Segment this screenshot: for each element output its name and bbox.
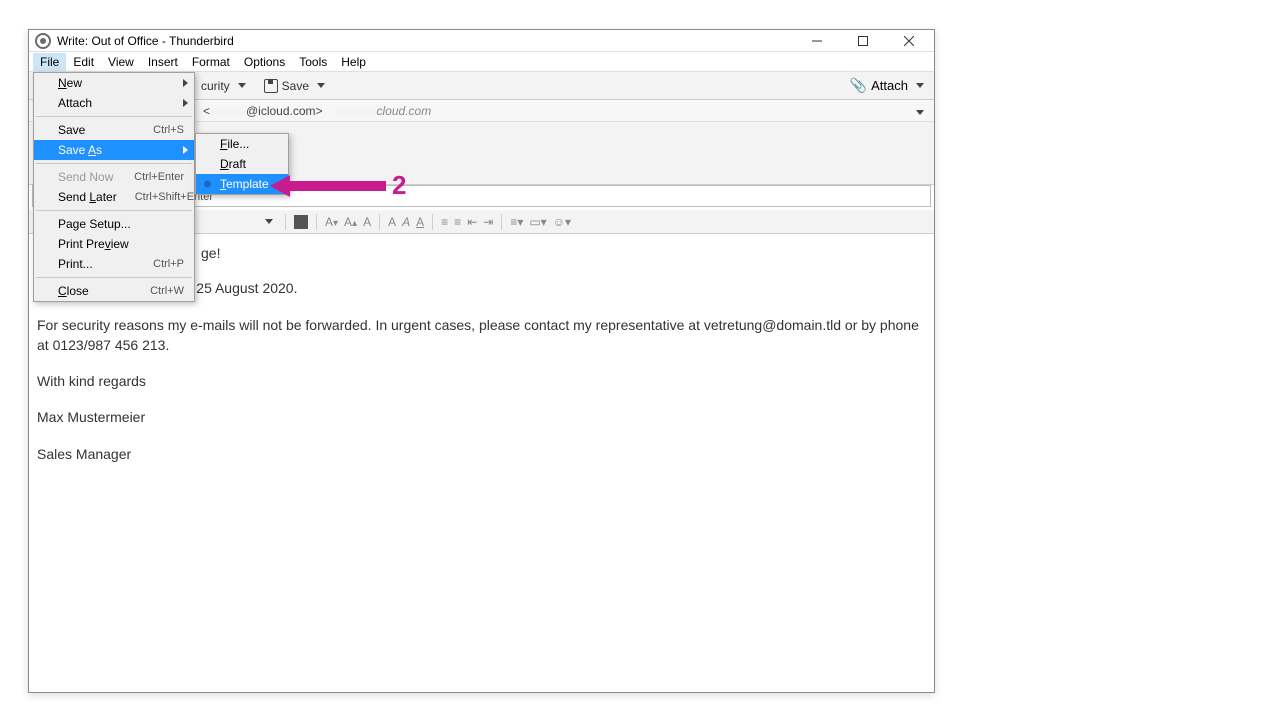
submenu-arrow-icon xyxy=(183,79,188,87)
menu-help[interactable]: Help xyxy=(334,53,373,71)
minimize-icon xyxy=(812,36,822,46)
menubar: File Edit View Insert Format Options Too… xyxy=(29,52,934,72)
save-icon xyxy=(264,79,278,93)
app-icon xyxy=(35,33,51,49)
message-body[interactable]: ge! . I am not in the office until 25 Au… xyxy=(29,234,934,692)
arrow-head-icon xyxy=(270,175,290,197)
number-list-button[interactable]: ≡ xyxy=(454,215,461,229)
menu-divider xyxy=(36,277,192,278)
compose-window: Write: Out of Office - Thunderbird File … xyxy=(28,29,935,693)
submenu-arrow-icon xyxy=(183,99,188,107)
emoji-button[interactable]: ☺▾ xyxy=(553,215,571,229)
menu-file[interactable]: File xyxy=(33,53,66,71)
annotation-arrow: 2 xyxy=(270,170,406,201)
file-menu: New Attach Save Ctrl+S Save As Send Now … xyxy=(33,72,195,302)
menu-tools[interactable]: Tools xyxy=(292,53,334,71)
chevron-down-icon[interactable] xyxy=(916,110,924,115)
menu-divider xyxy=(36,210,192,211)
from-obscured-2: ·········· xyxy=(337,104,377,118)
indent-button[interactable]: ⇥ xyxy=(483,215,493,229)
menu-print-preview[interactable]: Print Preview xyxy=(34,234,194,254)
menu-page-setup[interactable]: Page Setup... xyxy=(34,214,194,234)
save-button[interactable]: Save xyxy=(282,79,309,93)
align-button[interactable]: ≡▾ xyxy=(510,215,523,229)
annotation-number: 2 xyxy=(392,170,406,201)
text-color-swatch[interactable] xyxy=(294,215,308,229)
submenu-file[interactable]: File... xyxy=(196,134,288,154)
radio-dot-icon xyxy=(204,181,211,188)
menu-format[interactable]: Format xyxy=(185,53,237,71)
menu-new[interactable]: New xyxy=(34,73,194,93)
chevron-down-icon[interactable] xyxy=(916,83,924,88)
from-obscured: ········· xyxy=(210,104,246,118)
menu-save-as[interactable]: Save As xyxy=(34,140,194,160)
body-p5: Sales Manager xyxy=(37,444,926,464)
greeting-tail: ge! xyxy=(201,243,220,263)
menu-print[interactable]: Print... Ctrl+P xyxy=(34,254,194,274)
from-domain-2: cloud.com xyxy=(377,104,432,118)
chevron-down-icon[interactable] xyxy=(265,219,273,224)
menu-divider xyxy=(36,116,192,117)
menu-send-now: Send Now Ctrl+Enter xyxy=(34,167,194,187)
italic-button[interactable]: A xyxy=(402,215,410,229)
menu-view[interactable]: View xyxy=(101,53,141,71)
underline-button[interactable]: A xyxy=(416,215,424,229)
chevron-down-icon[interactable] xyxy=(238,83,246,88)
insert-button[interactable]: ▭▾ xyxy=(529,215,546,229)
maximize-icon xyxy=(858,36,868,46)
maximize-button[interactable] xyxy=(840,30,886,52)
menu-insert[interactable]: Insert xyxy=(141,53,185,71)
font-larger-button[interactable]: A▴ xyxy=(344,215,357,229)
menu-edit[interactable]: Edit xyxy=(66,53,101,71)
font-smaller-button[interactable]: A▾ xyxy=(325,215,338,229)
from-domain: @icloud.com> xyxy=(246,104,323,118)
menu-divider xyxy=(36,163,192,164)
paperclip-icon: 📎 xyxy=(850,77,867,94)
menu-send-later[interactable]: Send Later Ctrl+Shift+Enter xyxy=(34,187,194,207)
body-p4: Max Mustermeier xyxy=(37,407,926,427)
titlebar: Write: Out of Office - Thunderbird xyxy=(29,30,934,52)
window-title: Write: Out of Office - Thunderbird xyxy=(57,34,794,48)
chevron-down-icon[interactable] xyxy=(317,83,325,88)
outdent-button[interactable]: ⇤ xyxy=(467,215,477,229)
menu-options[interactable]: Options xyxy=(237,53,292,71)
body-p3: With kind regards xyxy=(37,371,926,391)
menu-close[interactable]: Close Ctrl+W xyxy=(34,281,194,301)
submenu-arrow-icon xyxy=(183,146,188,154)
bullet-list-button[interactable]: ≡ xyxy=(441,215,448,229)
from-bracket: < xyxy=(203,104,210,118)
security-button-tail[interactable]: curity xyxy=(201,79,230,93)
arrow-shaft xyxy=(290,181,386,191)
minimize-button[interactable] xyxy=(794,30,840,52)
menu-attach[interactable]: Attach xyxy=(34,93,194,113)
body-p2: For security reasons my e-mails will not… xyxy=(37,315,926,356)
menu-save[interactable]: Save Ctrl+S xyxy=(34,120,194,140)
close-icon xyxy=(904,36,914,46)
bold-button[interactable]: A xyxy=(388,215,396,229)
font-reset-button[interactable]: A xyxy=(363,215,371,229)
attach-button[interactable]: Attach xyxy=(871,78,908,93)
close-button[interactable] xyxy=(886,30,932,52)
